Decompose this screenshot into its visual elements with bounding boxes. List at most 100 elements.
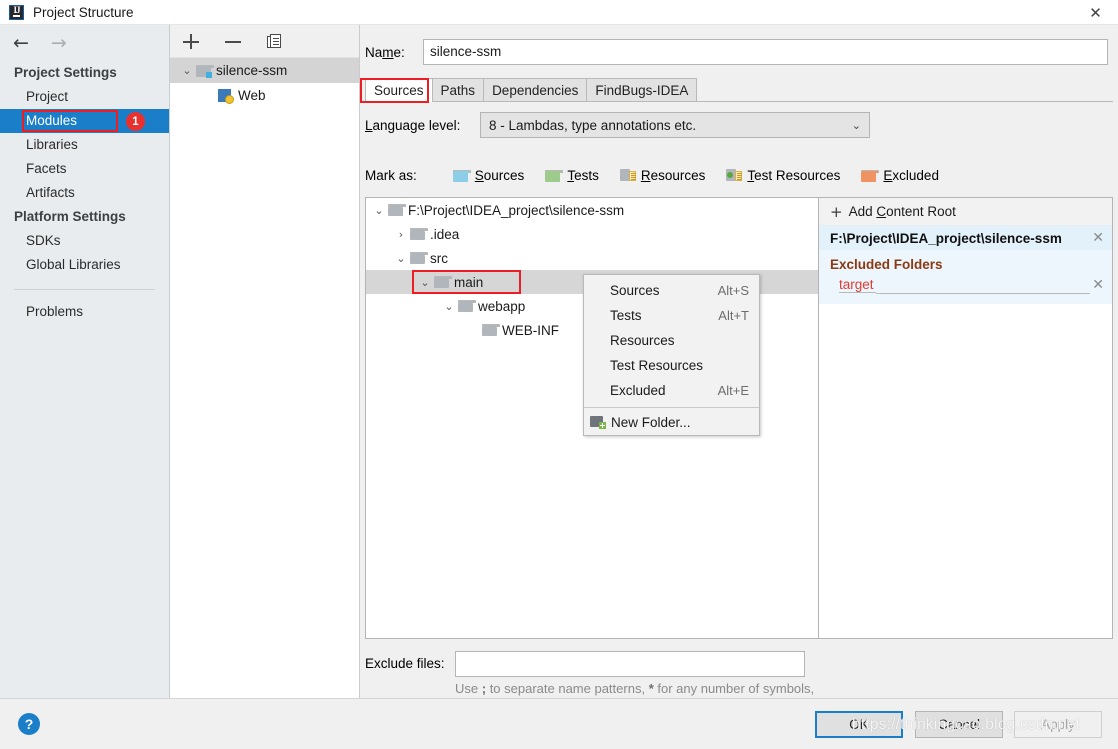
window-title: Project Structure	[33, 4, 134, 20]
module-label: silence-ssm	[216, 63, 288, 78]
context-menu-item-new-folder[interactable]: New Folder...	[584, 410, 759, 435]
plus-icon[interactable]	[182, 32, 200, 50]
context-menu-item-test-resources[interactable]: Test Resources	[584, 353, 759, 378]
tab-dependencies[interactable]: Dependencies	[483, 78, 588, 102]
close-icon[interactable]: ✕	[1073, 0, 1118, 25]
language-level-row: Language level: 8 - Lambdas, type annota…	[365, 112, 870, 138]
mark-as-tests-label: Tests	[567, 168, 599, 183]
sidebar-item-artifacts[interactable]: Artifacts	[0, 181, 169, 205]
context-menu-item-label: Test Resources	[610, 358, 704, 373]
facet-label: Web	[238, 88, 266, 103]
module-name-input[interactable]: silence-ssm	[423, 39, 1108, 65]
chevron-right-icon[interactable]: ›	[392, 228, 410, 241]
context-menu-item-label: New Folder...	[611, 415, 691, 430]
mark-as-test-resources-button[interactable]: Test Resources	[726, 168, 840, 183]
title-bar: IJ Project Structure ✕	[0, 0, 1118, 25]
tree-row-src[interactable]: ⌄ src	[366, 246, 818, 270]
copy-icon[interactable]	[266, 32, 284, 50]
arrow-right-icon[interactable]: →	[51, 33, 67, 53]
mark-as-sources-button[interactable]: Sources	[452, 168, 525, 183]
close-icon[interactable]: ✕	[1090, 277, 1106, 293]
mark-directory-as-context-menu: Sources Alt+S Tests Alt+T Resources Test…	[583, 274, 760, 436]
sidebar-item-global-libraries[interactable]: Global Libraries	[0, 253, 169, 277]
modules-toolbar	[170, 25, 359, 58]
apply-button: Apply	[1014, 711, 1102, 738]
settings-sidebar: ← → Project Settings Project Modules 1 L…	[0, 25, 170, 698]
mark-as-tests-button[interactable]: Tests	[545, 168, 599, 183]
sidebar-item-libraries[interactable]: Libraries	[0, 133, 169, 157]
module-tree-row-web[interactable]: Web	[170, 83, 359, 108]
context-menu-item-shortcut: Alt+E	[717, 383, 749, 398]
arrow-left-icon[interactable]: ←	[13, 33, 29, 53]
folder-icon	[410, 228, 428, 240]
sidebar-item-problems[interactable]: Problems	[0, 300, 169, 324]
tab-findbugs-idea[interactable]: FindBugs-IDEA	[586, 78, 698, 102]
sidebar-divider	[14, 289, 155, 290]
module-tree-row-silence-ssm[interactable]: ⌄ silence-ssm	[170, 58, 359, 83]
tabs-underline	[365, 101, 1113, 102]
add-content-root-button[interactable]: + Add Content Root	[819, 198, 1112, 226]
chevron-down-icon[interactable]: ⌄	[440, 300, 458, 313]
excluded-folders-title: Excluded Folders	[830, 257, 943, 272]
tab-paths[interactable]: Paths	[431, 78, 485, 102]
sidebar-group-project-settings: Project Settings	[14, 65, 117, 80]
folder-icon	[388, 204, 406, 216]
context-menu-item-sources[interactable]: Sources Alt+S	[584, 278, 759, 303]
add-content-root-label: Add Content Root	[848, 204, 956, 219]
help-icon[interactable]: ?	[18, 713, 40, 735]
context-menu-item-label: Excluded	[610, 383, 666, 398]
module-name-label: Name:	[365, 44, 405, 60]
folder-icon	[458, 300, 476, 312]
excluded-folder-row[interactable]: target ✕	[819, 274, 1112, 296]
chevron-down-icon[interactable]: ⌄	[416, 276, 434, 289]
chevron-down-icon: ⌄	[851, 118, 861, 132]
mark-as-resources-label: Resources	[640, 168, 706, 183]
cancel-button[interactable]: Cancel	[915, 711, 1003, 738]
mark-as-resources-button[interactable]: Resources	[619, 168, 706, 183]
language-level-label: Language level:	[365, 117, 461, 133]
sidebar-item-modules[interactable]: Modules 1	[0, 109, 169, 133]
context-menu-item-tests[interactable]: Tests Alt+T	[584, 303, 759, 328]
content-root-entry: F:\Project\IDEA_project\silence-ssm ✕ Ex…	[819, 226, 1112, 304]
tree-row-label: webapp	[478, 298, 526, 314]
tab-sources[interactable]: Sources	[365, 78, 433, 102]
close-icon[interactable]: ✕	[1090, 230, 1106, 246]
folder-resources-icon	[619, 169, 636, 182]
chevron-down-icon[interactable]: ⌄	[178, 64, 196, 77]
folder-icon	[434, 276, 452, 288]
content-root-path-row[interactable]: F:\Project\IDEA_project\silence-ssm ✕	[819, 226, 1112, 250]
content-root-path: F:\Project\IDEA_project\silence-ssm	[830, 230, 1062, 246]
logo-underline	[13, 14, 20, 17]
exclude-files-input[interactable]	[455, 651, 805, 677]
language-level-select[interactable]: 8 - Lambdas, type annotations etc. ⌄	[480, 112, 870, 138]
sidebar-item-sdks[interactable]: SDKs	[0, 229, 169, 253]
web-facet-icon	[218, 88, 234, 104]
ok-button[interactable]: OK	[815, 711, 903, 738]
folder-icon	[410, 252, 428, 264]
tree-row-label: src	[430, 250, 448, 266]
tree-row-label: main	[454, 274, 484, 290]
tree-row-label: F:\Project\IDEA_project\silence-ssm	[408, 202, 625, 218]
chevron-down-icon[interactable]: ⌄	[370, 204, 388, 217]
module-name-row: Name: silence-ssm	[365, 39, 1108, 65]
logo-text: IJ	[13, 4, 20, 15]
sidebar-item-facets[interactable]: Facets	[0, 157, 169, 181]
mark-as-test-resources-label: Test Resources	[747, 168, 841, 183]
sidebar-item-project[interactable]: Project	[0, 85, 169, 109]
excluded-folder-underline	[875, 277, 1091, 294]
folder-icon	[482, 324, 500, 336]
sidebar-nav-arrows: ← →	[0, 25, 169, 61]
tree-row-idea[interactable]: › .idea	[366, 222, 818, 246]
context-menu-item-label: Tests	[610, 308, 642, 323]
chevron-down-icon[interactable]: ⌄	[392, 252, 410, 265]
module-folder-icon	[196, 64, 214, 78]
mark-as-sources-label: Sources	[474, 168, 525, 183]
mark-as-excluded-button[interactable]: Excluded	[861, 168, 939, 183]
context-menu-item-excluded[interactable]: Excluded Alt+E	[584, 378, 759, 403]
context-menu-item-shortcut: Alt+T	[718, 308, 749, 323]
minus-icon[interactable]	[224, 32, 242, 50]
context-menu-item-shortcut: Alt+S	[717, 283, 749, 298]
tree-row-content-root[interactable]: ⌄ F:\Project\IDEA_project\silence-ssm	[366, 198, 818, 222]
context-menu-item-resources[interactable]: Resources	[584, 328, 759, 353]
content-roots-panel: + Add Content Root F:\Project\IDEA_proje…	[818, 197, 1113, 639]
